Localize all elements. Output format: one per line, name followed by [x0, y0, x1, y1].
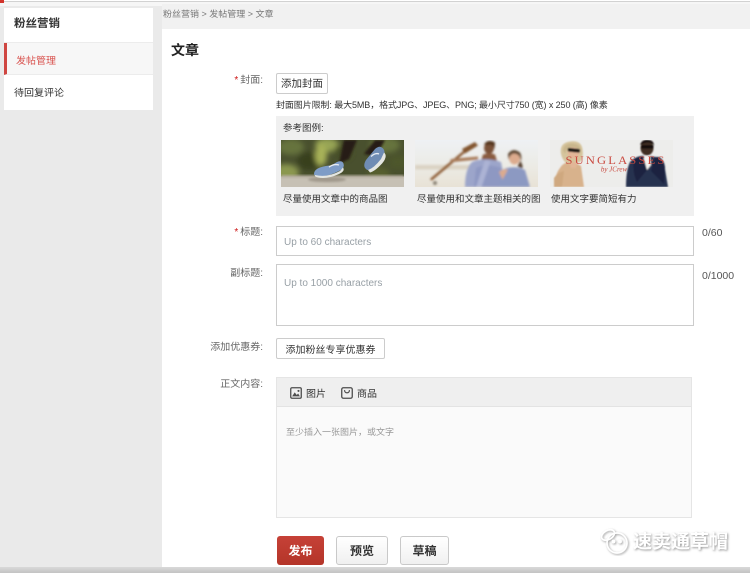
svg-text:by JCrew: by JCrew	[601, 166, 628, 174]
